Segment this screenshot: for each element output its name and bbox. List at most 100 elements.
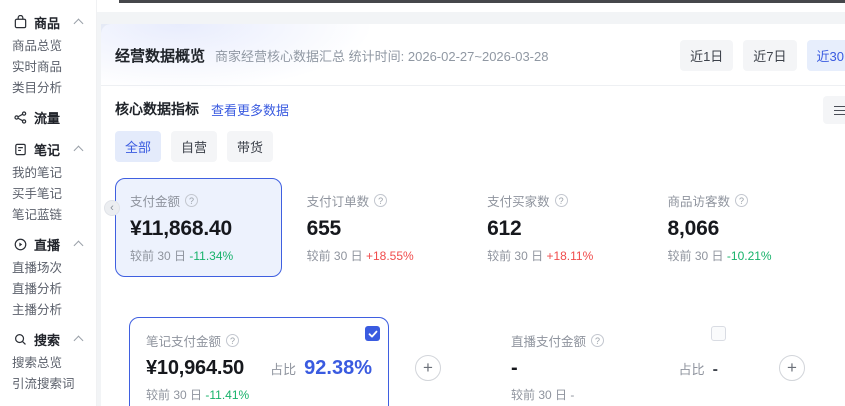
sidebar-section-products-header[interactable]: 商品 xyxy=(0,8,96,36)
sidebar-section-label: 笔记 xyxy=(34,140,60,159)
breakdown-compare: 较前 30 日 - xyxy=(511,386,718,403)
top-divider xyxy=(119,0,845,3)
kpi-label-text: 商品访客数 xyxy=(668,191,731,210)
info-icon[interactable]: ? xyxy=(374,194,387,207)
compare-label: 较前 30 日 xyxy=(307,249,363,263)
kpi-value: 655 xyxy=(307,217,445,241)
kpi-card-product-visitors[interactable]: 商品访客数 ? 8,066 较前 30 日 -10.21% xyxy=(651,178,823,277)
sidebar-section-search: 搜索 搜索总览 引流搜索词 xyxy=(0,325,96,395)
sidebar-section-label: 搜索 xyxy=(34,330,60,349)
add-metric-button[interactable]: + xyxy=(779,355,805,381)
sidebar-item-live-analysis[interactable]: 直播分析 xyxy=(0,279,96,300)
kpi-label: 支付金额 ? xyxy=(130,191,267,210)
panel-header: 经营数据概览 商家经营核心数据汇总 统计时间: 2026-02-27~2026-… xyxy=(101,24,845,85)
kpi-compare: 较前 30 日 -10.21% xyxy=(668,247,806,264)
sidebar-collapse-button[interactable]: ‹ xyxy=(104,200,120,216)
sidebar-item-traffic-keywords[interactable]: 引流搜索词 xyxy=(0,374,96,395)
kpi-label: 商品访客数 ? xyxy=(668,191,806,210)
info-icon[interactable]: ? xyxy=(226,334,239,347)
chevron-up-icon xyxy=(74,336,84,346)
sidebar-item-search-overview[interactable]: 搜索总览 xyxy=(0,353,96,374)
merchant-dashboard: 商品 商品总览 实时商品 类目分析 流量 笔记 我的笔 xyxy=(0,0,845,406)
kpi-card-pay-buyers[interactable]: 支付买家数 ? 612 较前 30 日 +18.11% xyxy=(470,178,642,277)
range-1d-button[interactable]: 近1日 xyxy=(680,40,733,71)
share-value: 92.38% xyxy=(304,357,372,380)
info-icon[interactable]: ? xyxy=(591,334,604,347)
compare-label: 较前 30 日 xyxy=(511,388,567,402)
sidebar-section-label: 商品 xyxy=(34,13,60,32)
sidebar-section-notes-header[interactable]: 笔记 xyxy=(0,135,96,163)
compare-label: 较前 30 日 xyxy=(130,249,186,263)
tab-self-operated[interactable]: 自营 xyxy=(171,131,217,162)
sidebar-item-note-links[interactable]: 笔记蓝链 xyxy=(0,205,96,226)
section-title: 核心数据指标 xyxy=(115,99,199,119)
range-30d-button[interactable]: 近30日 xyxy=(807,40,845,71)
sidebar-section-live-header[interactable]: 直播 xyxy=(0,230,96,258)
main-area: 经营数据概览 商家经营核心数据汇总 统计时间: 2026-02-27~2026-… xyxy=(97,0,845,406)
chevron-up-icon xyxy=(74,241,84,251)
page-subtitle: 商家经营核心数据汇总 统计时间: 2026-02-27~2026-03-28 xyxy=(215,46,548,65)
info-icon[interactable]: ? xyxy=(555,194,568,207)
kpi-compare: 较前 30 日 +18.55% xyxy=(307,247,445,264)
kpi-value: 612 xyxy=(487,217,625,241)
kpi-label-text: 支付订单数 xyxy=(307,191,370,210)
sidebar-item-my-notes[interactable]: 我的笔记 xyxy=(0,163,96,184)
tab-all[interactable]: 全部 xyxy=(115,131,161,162)
menu-lines-icon xyxy=(834,106,845,115)
view-more-link[interactable]: 查看更多数据 xyxy=(211,100,289,119)
sidebar-item-product-overview[interactable]: 商品总览 xyxy=(0,36,96,57)
sidebar-item-buyer-notes[interactable]: 买手笔记 xyxy=(0,184,96,205)
breakdown-row: 笔记支付金额 ? ¥10,964.50 占比 92.38% 较前 30 日 -1… xyxy=(101,317,845,406)
chevron-up-icon xyxy=(74,19,84,29)
sidebar-section-traffic-header[interactable]: 流量 xyxy=(0,103,96,131)
share-label: 占比 xyxy=(270,359,296,378)
sidebar-item-live-sessions[interactable]: 直播场次 xyxy=(0,258,96,279)
compare-label: 较前 30 日 xyxy=(668,249,724,263)
kpi-compare: 较前 30 日 -11.34% xyxy=(130,247,267,264)
live-icon xyxy=(13,237,28,252)
kpi-row: 支付金额 ? ¥11,868.40 较前 30 日 -11.34% 支付订单数 … xyxy=(101,178,845,277)
breakdown-label: 笔记支付金额 ? xyxy=(146,331,372,350)
search-icon xyxy=(13,332,28,347)
breakdown-label: 直播支付金额 ? xyxy=(511,331,718,350)
change-value: -11.41% xyxy=(205,388,249,402)
compare-label: 较前 30 日 xyxy=(146,388,202,402)
change-value: +18.11% xyxy=(546,249,593,263)
sidebar-section-live: 直播 直播场次 直播分析 主播分析 xyxy=(0,230,96,321)
breakdown-value: - xyxy=(511,357,517,380)
sidebar-item-host-analysis[interactable]: 主播分析 xyxy=(0,300,96,321)
sidebar-item-category-analysis[interactable]: 类目分析 xyxy=(0,78,96,99)
sidebar-item-realtime-products[interactable]: 实时商品 xyxy=(0,57,96,78)
sidebar: 商品 商品总览 实时商品 类目分析 流量 笔记 我的笔 xyxy=(0,0,97,406)
kpi-label-text: 支付买家数 xyxy=(487,191,550,210)
add-metric-button[interactable]: + xyxy=(415,355,441,381)
breakdown-card-live-pay[interactable]: 直播支付金额 ? - 占比 - 较前 30 日 - xyxy=(495,318,734,406)
kpi-card-pay-orders[interactable]: 支付订单数 ? 655 较前 30 日 +18.55% xyxy=(290,178,462,277)
checkbox-checked[interactable] xyxy=(365,326,380,341)
info-icon[interactable]: ? xyxy=(185,194,198,207)
breakdown-card-note-pay[interactable]: 笔记支付金额 ? ¥10,964.50 占比 92.38% 较前 30 日 -1… xyxy=(129,317,389,406)
sidebar-section-label: 直播 xyxy=(34,235,60,254)
kpi-compare: 较前 30 日 +18.11% xyxy=(487,247,625,264)
breakdown-compare: 较前 30 日 -11.41% xyxy=(146,386,372,403)
traffic-icon xyxy=(13,110,28,125)
info-icon[interactable]: ? xyxy=(735,194,748,207)
filter-button[interactable] xyxy=(823,96,845,124)
change-value: +18.55% xyxy=(366,249,414,263)
stat-time-text: 统计时间: 2026-02-27~2026-03-28 xyxy=(349,49,549,64)
checkbox-unchecked[interactable] xyxy=(711,326,726,341)
sidebar-section-label: 流量 xyxy=(34,108,60,127)
change-value: -10.21% xyxy=(727,249,772,263)
range-7d-button[interactable]: 近7日 xyxy=(743,40,796,71)
kpi-value: 8,066 xyxy=(668,217,806,241)
kpi-card-pay-amount[interactable]: 支付金额 ? ¥11,868.40 较前 30 日 -11.34% xyxy=(115,178,282,277)
core-metrics-header: 核心数据指标 查看更多数据 xyxy=(101,86,845,129)
page-title: 经营数据概览 xyxy=(115,45,205,66)
date-range-group: 近1日 近7日 近30日 xyxy=(680,40,845,71)
breakdown-value-row: ¥10,964.50 占比 92.38% xyxy=(146,357,372,380)
sidebar-section-search-header[interactable]: 搜索 xyxy=(0,325,96,353)
kpi-label: 支付订单数 ? xyxy=(307,191,445,210)
tab-affiliate[interactable]: 带货 xyxy=(227,131,273,162)
breakdown-value: ¥10,964.50 xyxy=(146,357,244,380)
compare-label: 较前 30 日 xyxy=(487,249,543,263)
